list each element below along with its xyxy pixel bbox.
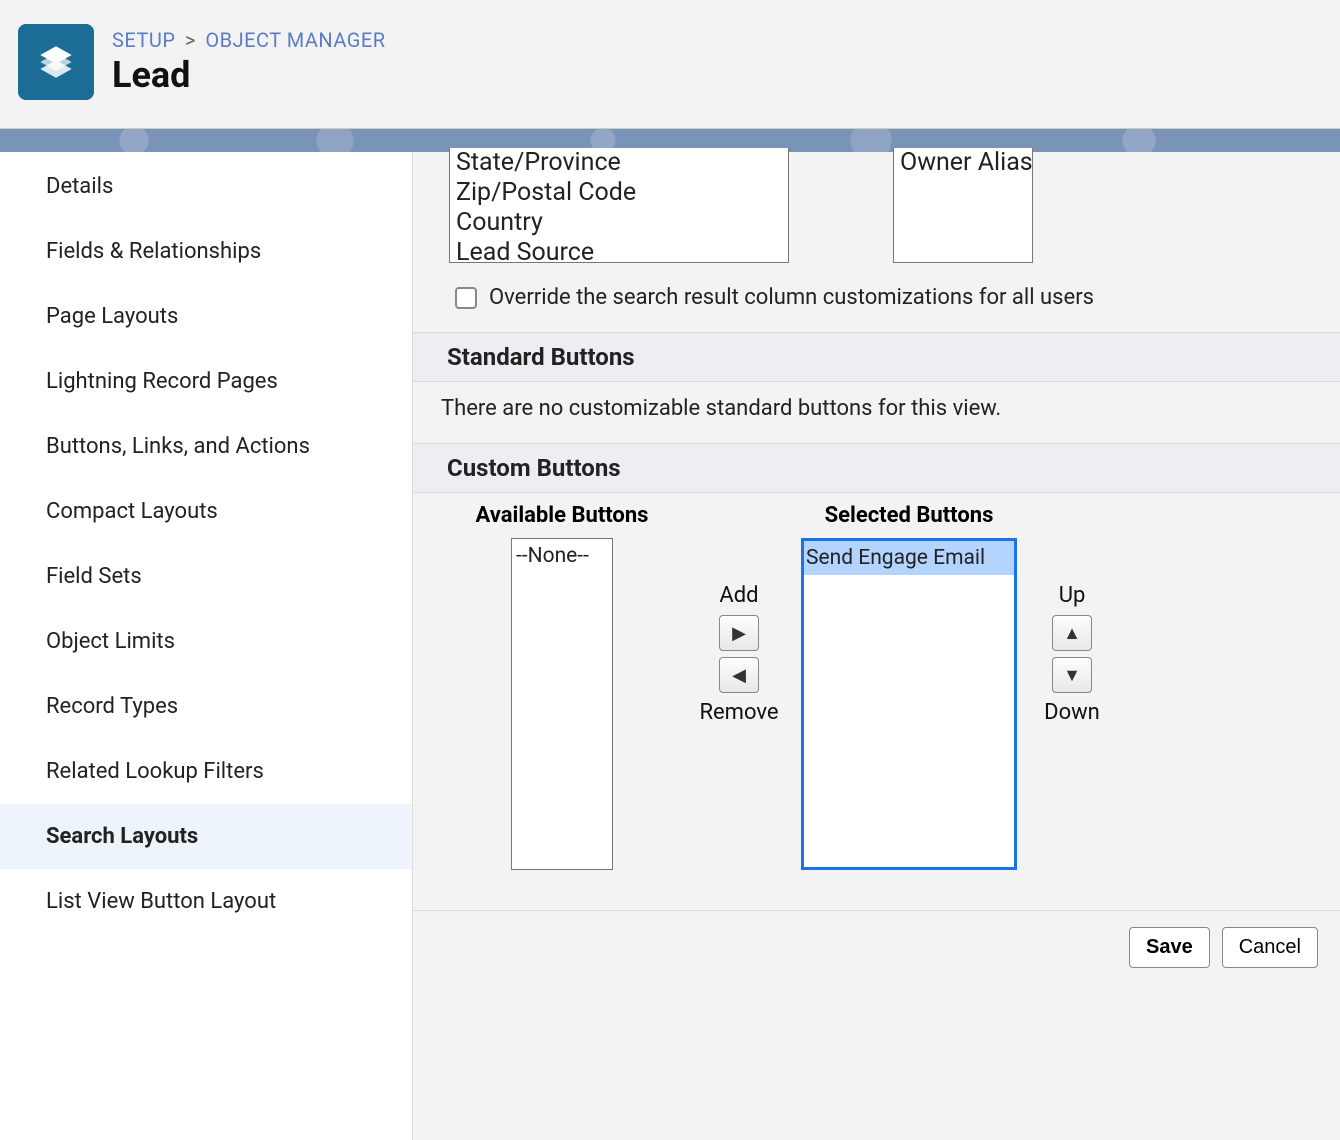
available-buttons-listbox[interactable]: --None-- bbox=[511, 538, 613, 870]
available-fields-listbox[interactable]: State/ProvinceZip/Postal CodeCountryLead… bbox=[449, 148, 789, 263]
remove-button[interactable]: ◀ bbox=[719, 657, 759, 693]
selected-buttons-listbox[interactable]: Send Engage Email bbox=[801, 538, 1017, 870]
list-item[interactable]: Owner Alias bbox=[894, 148, 1032, 178]
sidebar-item-search-layouts[interactable]: Search Layouts bbox=[0, 804, 412, 869]
selected-buttons-label: Selected Buttons bbox=[825, 503, 994, 528]
list-item[interactable]: State/Province bbox=[450, 148, 788, 178]
arrow-up-icon: ▲ bbox=[1063, 623, 1081, 644]
sidebar-item-related-lookup-filters[interactable]: Related Lookup Filters bbox=[0, 739, 412, 804]
list-item[interactable]: Send Engage Email bbox=[804, 541, 1014, 575]
sidebar-item-fields-relationships[interactable]: Fields & Relationships bbox=[0, 219, 412, 284]
arrow-right-icon: ▶ bbox=[732, 623, 746, 644]
layers-icon bbox=[35, 41, 77, 83]
down-button[interactable]: ▼ bbox=[1052, 657, 1092, 693]
cancel-button[interactable]: Cancel bbox=[1222, 927, 1318, 968]
footer-bar: Save Cancel bbox=[413, 910, 1340, 984]
list-item[interactable]: Lead Source bbox=[450, 238, 788, 263]
page-header: SETUP > OBJECT MANAGER Lead bbox=[0, 0, 1340, 128]
sidebar-item-record-types[interactable]: Record Types bbox=[0, 674, 412, 739]
breadcrumb-sep: > bbox=[185, 28, 196, 52]
save-button[interactable]: Save bbox=[1129, 927, 1210, 968]
page-title: Lead bbox=[112, 54, 386, 96]
sidebar-item-page-layouts[interactable]: Page Layouts bbox=[0, 284, 412, 349]
breadcrumb: SETUP > OBJECT MANAGER bbox=[112, 28, 386, 52]
add-label: Add bbox=[719, 583, 758, 608]
breadcrumb-setup[interactable]: SETUP bbox=[112, 28, 175, 52]
sidebar-item-details[interactable]: Details bbox=[0, 154, 412, 219]
selected-fields-listbox[interactable]: Owner Alias bbox=[893, 148, 1033, 263]
object-icon bbox=[18, 24, 94, 100]
up-label: Up bbox=[1059, 583, 1086, 608]
custom-buttons-header: Custom Buttons bbox=[413, 443, 1340, 493]
list-item[interactable]: --None-- bbox=[512, 539, 612, 573]
list-item[interactable]: Country bbox=[450, 208, 788, 238]
override-checkbox[interactable] bbox=[455, 287, 477, 309]
up-button[interactable]: ▲ bbox=[1052, 615, 1092, 651]
main-content: State/ProvinceZip/Postal CodeCountryLead… bbox=[413, 152, 1340, 1140]
sidebar-item-buttons-links-and-actions[interactable]: Buttons, Links, and Actions bbox=[0, 414, 412, 479]
arrow-left-icon: ◀ bbox=[732, 665, 746, 686]
sidebar-item-lightning-record-pages[interactable]: Lightning Record Pages bbox=[0, 349, 412, 414]
down-label: Down bbox=[1044, 700, 1100, 725]
arrow-down-icon: ▼ bbox=[1063, 665, 1081, 686]
sidebar: DetailsFields & RelationshipsPage Layout… bbox=[0, 152, 413, 1140]
sidebar-item-compact-layouts[interactable]: Compact Layouts bbox=[0, 479, 412, 544]
override-checkbox-label: Override the search result column custom… bbox=[489, 285, 1094, 310]
add-button[interactable]: ▶ bbox=[719, 615, 759, 651]
standard-buttons-body: There are no customizable standard butto… bbox=[413, 382, 1340, 443]
sidebar-item-field-sets[interactable]: Field Sets bbox=[0, 544, 412, 609]
breadcrumb-object-manager[interactable]: OBJECT MANAGER bbox=[205, 28, 385, 52]
sidebar-item-object-limits[interactable]: Object Limits bbox=[0, 609, 412, 674]
remove-label: Remove bbox=[699, 700, 778, 725]
standard-buttons-header: Standard Buttons bbox=[413, 332, 1340, 382]
available-buttons-label: Available Buttons bbox=[476, 503, 649, 528]
sidebar-item-list-view-button-layout[interactable]: List View Button Layout bbox=[0, 869, 412, 934]
list-item[interactable]: Zip/Postal Code bbox=[450, 178, 788, 208]
